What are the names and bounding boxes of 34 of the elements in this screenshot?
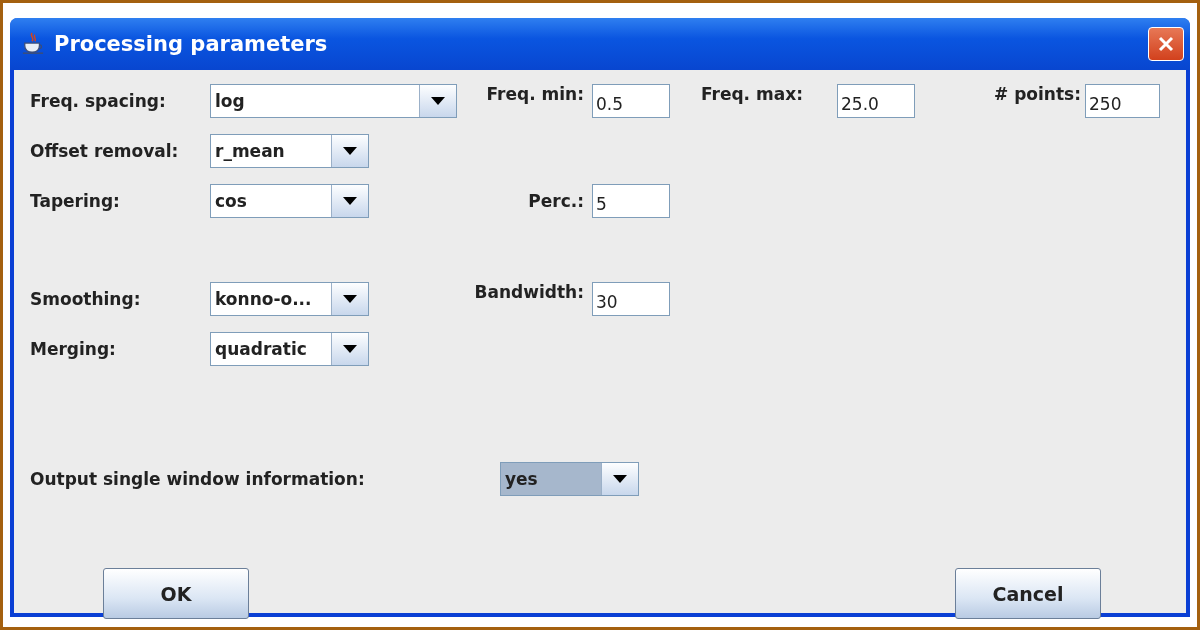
field-label: Smoothing: [30,289,142,309]
input-field[interactable]: 5 [592,184,670,218]
field-label: # points: [993,83,1082,104]
dropdown[interactable]: quadratic [210,332,369,366]
input-field[interactable]: 250 [1085,84,1160,118]
field-label: Tapering: [30,191,121,211]
dropdown[interactable]: r_mean [210,134,369,168]
field-label: Freq. min: [485,83,585,104]
close-icon [1156,34,1176,54]
dropdown-arrow-icon [343,345,357,353]
dropdown-arrow-icon [613,475,627,483]
field-label: Freq. max: [700,83,804,104]
dropdown[interactable]: konno-o... [210,282,369,316]
input-field[interactable]: 25.0 [837,84,915,118]
field-label: Output single window information: [30,469,366,489]
field-label: Freq. spacing: [30,91,167,111]
dropdown[interactable]: yes [500,462,639,496]
input-field[interactable]: 30 [592,282,670,316]
window-title: Processing parameters [54,32,329,56]
field-label: Bandwidth: [473,281,585,302]
field-label: Perc.: [527,191,585,211]
dropdown[interactable]: log [210,84,457,118]
dropdown-arrow-icon [431,97,445,105]
ok-button[interactable]: OK [103,568,249,619]
field-label: Merging: [30,339,117,359]
cancel-button[interactable]: Cancel [955,568,1101,619]
dropdown-arrow-icon [343,147,357,155]
close-button[interactable] [1148,27,1184,61]
input-field[interactable]: 0.5 [592,84,670,118]
coffee-cup-icon [22,32,44,56]
dropdown[interactable]: cos [210,184,369,218]
dropdown-arrow-icon [343,197,357,205]
field-label: Offset removal: [30,141,180,161]
dropdown-arrow-icon [343,295,357,303]
